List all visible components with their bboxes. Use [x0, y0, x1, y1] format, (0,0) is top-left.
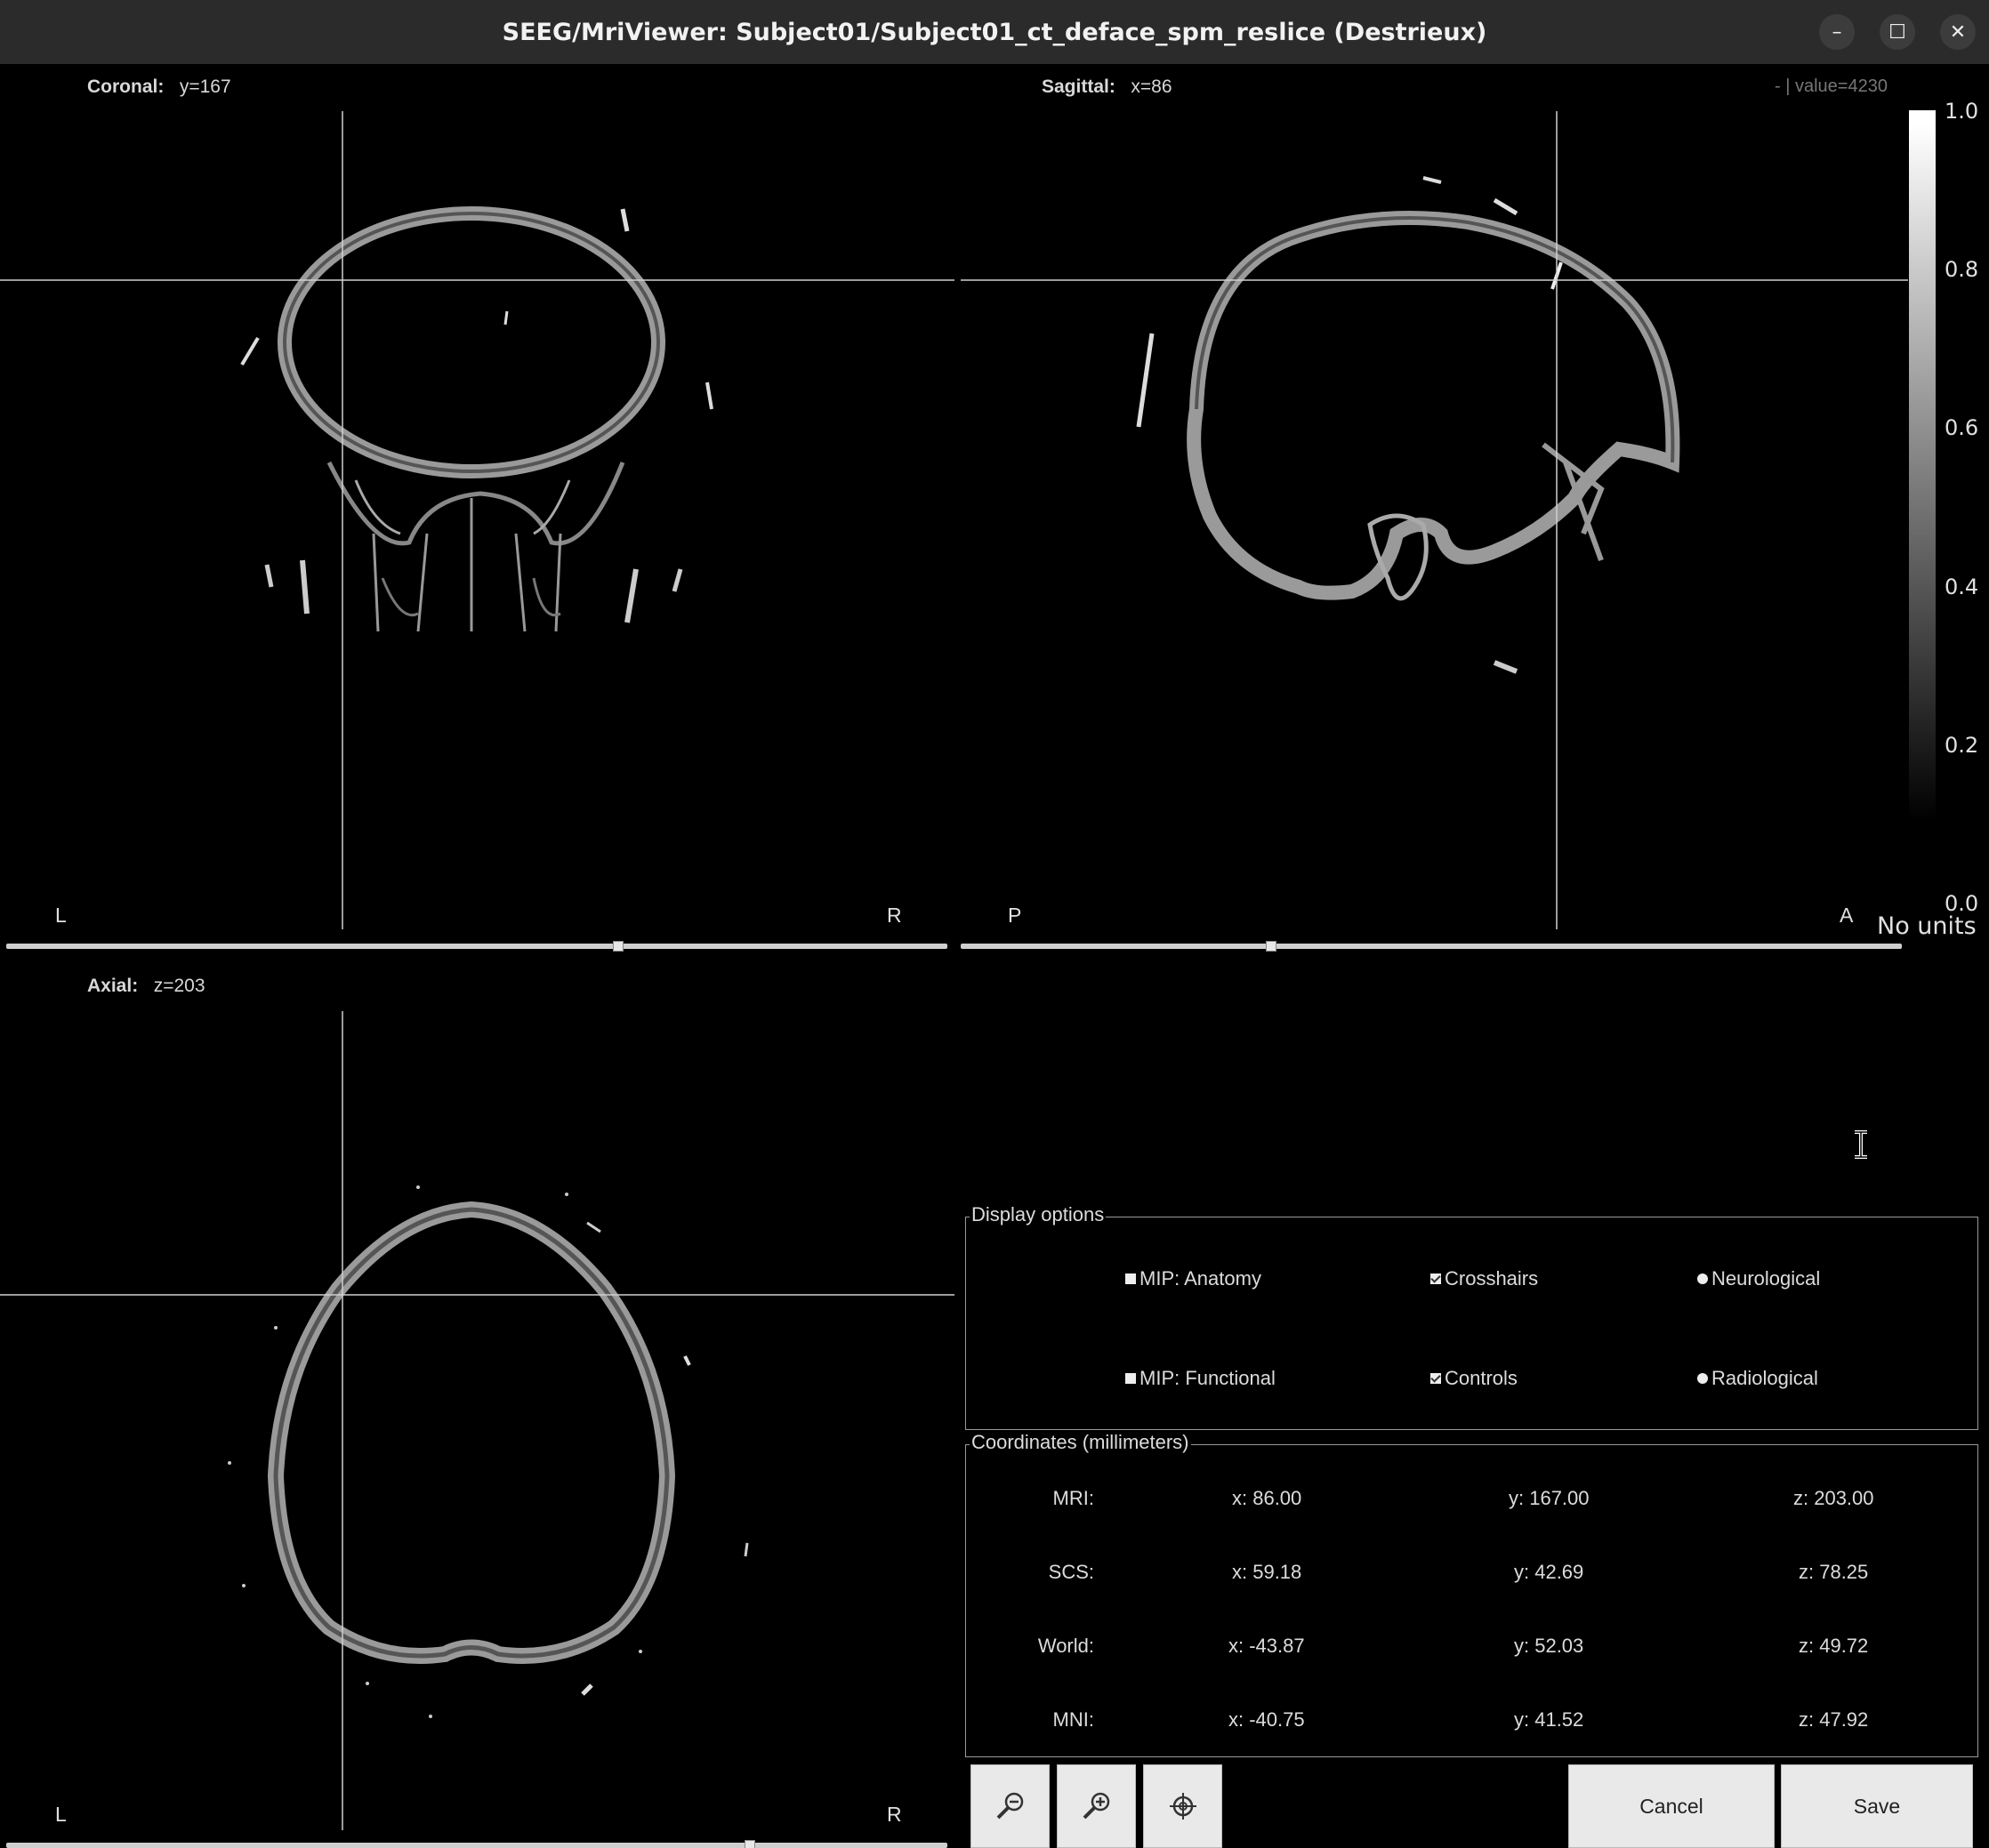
radio-selected-icon [1697, 1274, 1708, 1284]
zoom-in-button[interactable] [1057, 1764, 1136, 1848]
coronal-left-label: L [55, 904, 67, 927]
neurological-label: Neurological [1711, 1267, 1821, 1290]
radiological-radio[interactable]: Radiological [1697, 1367, 1818, 1390]
sagittal-view[interactable] [961, 111, 1908, 929]
axial-right-label: R [887, 1803, 902, 1826]
colorbar-tick: 0.4 [1945, 574, 1979, 599]
crosshairs-checkbox[interactable]: Crosshairs [1430, 1267, 1538, 1290]
axial-left-label: L [55, 1803, 67, 1826]
center-crosshair-button[interactable] [1143, 1764, 1222, 1848]
sagittal-slider-thumb[interactable] [1266, 941, 1277, 952]
axial-slice-slider[interactable] [6, 1840, 947, 1848]
save-button[interactable]: Save [1781, 1764, 1973, 1848]
coord-y: y: 41.52 [1514, 1708, 1584, 1731]
coord-row-label: World: [1037, 1635, 1094, 1657]
sagittal-view-name: Sagittal [1042, 76, 1109, 97]
colorbar-tick: 1.0 [1945, 99, 1979, 124]
text-cursor-icon [1855, 1130, 1867, 1159]
coord-x: x: -43.87 [1228, 1635, 1305, 1657]
mip-anatomy-checkbox[interactable]: MIP: Anatomy [1125, 1267, 1261, 1290]
coord-x: x: 86.00 [1232, 1487, 1302, 1509]
axial-label: Axial: z=203 [87, 976, 205, 996]
zoom-in-icon [1083, 1792, 1109, 1820]
cancel-button[interactable]: Cancel [1568, 1764, 1775, 1848]
zoom-out-button[interactable] [970, 1764, 1050, 1848]
sagittal-posterior-label: P [1008, 904, 1022, 927]
sagittal-label: Sagittal: x=86 [1042, 76, 1172, 97]
coord-z: z: 203.00 [1793, 1487, 1874, 1509]
checkbox-checked-icon [1430, 1274, 1441, 1284]
axial-slice-value: z=203 [153, 976, 205, 996]
value-readout: - | value=4230 [1775, 76, 1888, 96]
coord-row-label: SCS: [1048, 1561, 1094, 1583]
radio-icon [1697, 1373, 1708, 1384]
display-options-group: Display options MIP: Anatomy Crosshairs … [965, 1203, 1978, 1430]
sagittal-slice-slider[interactable] [961, 941, 1902, 952]
coord-z: z: 47.92 [1799, 1708, 1869, 1731]
coord-y: y: 42.69 [1514, 1561, 1584, 1583]
coronal-label: Coronal: y=167 [87, 76, 231, 97]
colorbar-tick: 0.2 [1945, 733, 1979, 758]
coord-row-label: MRI: [1052, 1487, 1094, 1509]
checkbox-checked-icon [1430, 1373, 1441, 1384]
coord-x: x: -40.75 [1228, 1708, 1305, 1731]
coronal-right-label: R [887, 904, 902, 927]
axial-slider-thumb[interactable] [744, 1840, 755, 1848]
colorbar-tick: 0.6 [1945, 415, 1979, 440]
coronal-slice-slider[interactable] [6, 941, 947, 952]
colorbar [1909, 110, 1936, 822]
coronal-view-name: Coronal [87, 76, 158, 97]
coord-row-label: MNI: [1052, 1708, 1094, 1731]
coordinates-title: Coordinates (millimeters) [970, 1431, 1191, 1454]
coord-y: y: 52.03 [1514, 1635, 1584, 1657]
checkbox-icon [1125, 1274, 1136, 1284]
mip-anatomy-label: MIP: Anatomy [1139, 1267, 1261, 1290]
axial-view[interactable] [0, 1011, 954, 1830]
coronal-view[interactable] [0, 111, 954, 929]
checkbox-icon [1125, 1373, 1136, 1384]
controls-label: Controls [1445, 1367, 1518, 1389]
controls-checkbox[interactable]: Controls [1430, 1367, 1518, 1390]
colorbar-tick: 0.8 [1945, 257, 1979, 282]
coronal-slice-value: y=167 [179, 76, 231, 97]
radiological-label: Radiological [1711, 1367, 1818, 1389]
axial-view-name: Axial [87, 976, 133, 996]
coronal-slider-thumb[interactable] [612, 941, 624, 952]
neurological-radio[interactable]: Neurological [1697, 1267, 1820, 1290]
coordinates-group: Coordinates (millimeters) MRI: x: 86.00 … [965, 1431, 1978, 1757]
mip-functional-label: MIP: Functional [1139, 1367, 1276, 1389]
colorbar-units: No units [1877, 912, 1977, 940]
display-options-title: Display options [970, 1203, 1107, 1226]
crosshair-target-icon [1169, 1793, 1196, 1820]
mip-functional-checkbox[interactable]: MIP: Functional [1125, 1367, 1276, 1390]
coord-x: x: 59.18 [1232, 1561, 1302, 1583]
coord-z: z: 78.25 [1799, 1561, 1869, 1583]
sagittal-anterior-label: A [1840, 904, 1854, 927]
zoom-out-icon [996, 1792, 1023, 1820]
sagittal-slice-value: x=86 [1131, 76, 1172, 97]
coord-z: z: 49.72 [1799, 1635, 1869, 1657]
crosshairs-label: Crosshairs [1445, 1267, 1539, 1290]
coord-y: y: 167.00 [1509, 1487, 1590, 1509]
